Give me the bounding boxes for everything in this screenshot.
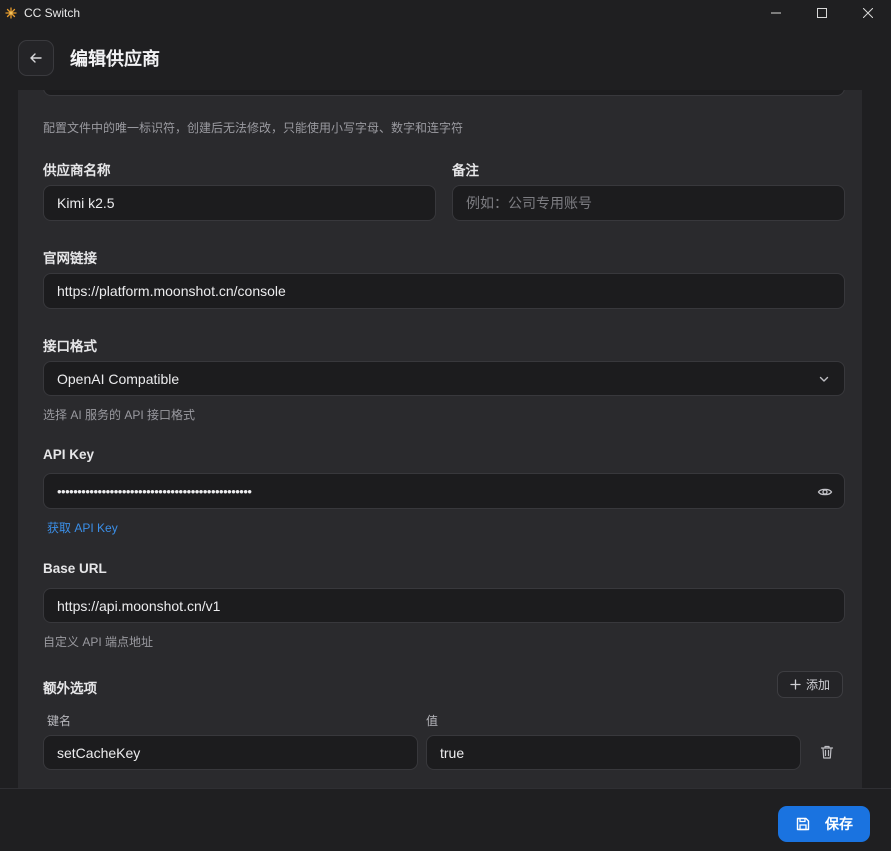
app-logo-icon [5, 7, 17, 19]
website-label: 官网链接 [43, 251, 97, 266]
trash-icon[interactable] [819, 744, 835, 760]
base-url-input[interactable]: https://api.moonshot.cn/v1 [43, 588, 845, 623]
website-input[interactable]: https://platform.moonshot.cn/console [43, 273, 845, 309]
title-bar: CC Switch [0, 0, 891, 26]
save-label: 保存 [825, 816, 853, 832]
api-key-value: ••••••••••••••••••••••••••••••••••••••••… [57, 483, 252, 499]
maximize-icon [817, 8, 827, 18]
maximize-button[interactable] [799, 0, 845, 26]
option-key-input[interactable]: setCacheKey [43, 735, 418, 770]
api-format-selected: OpenAI Compatible [57, 370, 180, 387]
api-format-label: 接口格式 [43, 339, 97, 354]
close-window-button[interactable] [845, 0, 891, 26]
provider-id-hint: 配置文件中的唯一标识符，创建后无法修改，只能使用小写字母、数字和连字符 [43, 121, 464, 135]
api-format-select[interactable]: OpenAI Compatible [43, 361, 845, 396]
save-button[interactable]: 保存 [778, 806, 870, 842]
value-column-header: 值 [426, 714, 439, 728]
api-key-label: API Key [43, 447, 95, 462]
eye-icon[interactable] [817, 484, 833, 500]
base-url-hint: 自定义 API 端点地址 [43, 635, 154, 649]
add-option-button[interactable]: 添加 [777, 671, 844, 698]
back-button[interactable] [18, 40, 54, 76]
extra-options-label: 额外选项 [43, 681, 97, 696]
key-column-header: 键名 [47, 714, 72, 728]
notes-label: 备注 [452, 163, 479, 178]
provider-id-input[interactable]: kimi-k26 [43, 90, 845, 96]
provider-name-input[interactable]: Kimi k2.5 [43, 185, 436, 221]
form-panel[interactable]: kimi-k26 配置文件中的唯一标识符，创建后无法修改，只能使用小写字母、数字… [18, 90, 862, 788]
get-api-key-link[interactable]: 获取 API Key [47, 519, 118, 536]
base-url-label: Base URL [43, 561, 107, 576]
footer-bar: 保存 [0, 788, 891, 851]
page-header: 编辑供应商 [0, 26, 891, 90]
chevron-down-icon [819, 376, 829, 382]
minimize-button[interactable] [753, 0, 799, 26]
window-title: CC Switch [24, 6, 81, 20]
arrow-left-icon [30, 53, 42, 63]
floppy-disk-icon [796, 817, 810, 831]
provider-name-label: 供应商名称 [43, 163, 111, 178]
api-format-hint: 选择 AI 服务的 API 接口格式 [43, 408, 196, 422]
minimize-icon [771, 12, 781, 14]
close-icon [863, 8, 873, 18]
option-value-input[interactable]: true [426, 735, 801, 770]
add-option-label: 添加 [806, 678, 831, 692]
api-key-input[interactable]: ••••••••••••••••••••••••••••••••••••••••… [43, 473, 845, 509]
plus-icon [790, 679, 801, 690]
page-title: 编辑供应商 [70, 49, 160, 69]
notes-input[interactable]: 例如：公司专用账号 [452, 185, 845, 221]
